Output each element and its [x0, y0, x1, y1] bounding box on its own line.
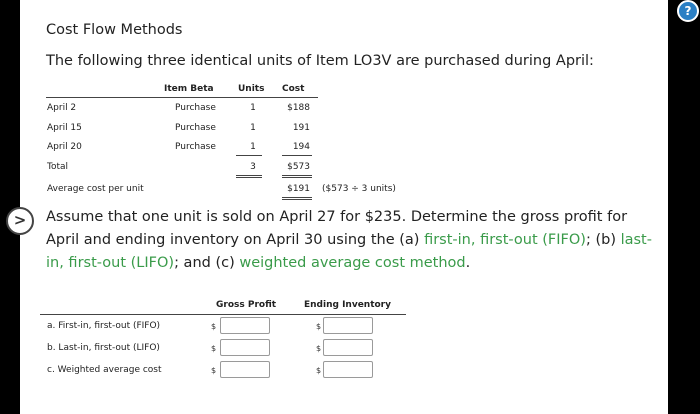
question-part: ; (b) — [585, 232, 621, 248]
average-note: ($573 ÷ 3 units) — [322, 184, 396, 194]
header-gross-profit: Gross Profit — [216, 300, 277, 310]
header-cost: Cost — [282, 84, 305, 94]
units-total-double-rule — [236, 175, 262, 176]
row-units: 1 — [250, 103, 256, 113]
question-page: Cost Flow Methods The following three id… — [20, 0, 668, 414]
total-cost: $573 — [287, 162, 310, 172]
currency-symbol: $ — [316, 344, 322, 353]
row-item: Purchase — [175, 123, 216, 133]
cost-total-double-rule — [282, 175, 312, 176]
fifo-ending-inventory-input[interactable] — [323, 317, 373, 334]
row-item: Purchase — [175, 103, 216, 113]
header-item: Item Beta — [164, 84, 214, 94]
average-double-rule — [282, 199, 312, 200]
row-cost: 194 — [292, 142, 310, 152]
total-label: Total — [47, 162, 69, 172]
help-icon[interactable]: ? — [677, 0, 699, 22]
header-units: Units — [238, 84, 265, 94]
header-rule — [46, 97, 318, 98]
answer-row-label: c. Weighted average cost — [47, 365, 162, 375]
row-cost: $188 — [287, 103, 310, 113]
row-date: April 15 — [47, 123, 82, 133]
fifo-term: first-in, first-out (FIFO) — [424, 232, 586, 248]
currency-symbol: $ — [211, 366, 217, 375]
currency-symbol: $ — [316, 366, 322, 375]
row-item: Purchase — [175, 142, 216, 152]
units-total-double-rule — [236, 177, 262, 178]
average-cost: $191 — [287, 184, 310, 194]
average-label: Average cost per unit — [47, 184, 144, 194]
chevron-right-icon[interactable]: > — [6, 207, 34, 235]
fifo-gross-profit-input[interactable] — [220, 317, 270, 334]
weighted-ending-inventory-input[interactable] — [323, 361, 373, 378]
average-double-rule — [282, 197, 312, 198]
cost-total-double-rule — [282, 177, 312, 178]
currency-symbol: $ — [316, 322, 322, 331]
answer-header-rule — [40, 314, 406, 315]
weighted-term: weighted average cost method — [239, 255, 466, 271]
answer-row-label: a. First-in, first-out (FIFO) — [47, 321, 161, 331]
question-text: Assume that one unit is sold on April 27… — [46, 206, 658, 275]
lifo-ending-inventory-input[interactable] — [323, 339, 373, 356]
row-date: April 20 — [47, 142, 82, 152]
row-units: 1 — [250, 142, 256, 152]
lifo-gross-profit-input[interactable] — [220, 339, 270, 356]
row-date: April 2 — [47, 103, 77, 113]
intro-text: The following three identical units of I… — [46, 53, 594, 69]
cost-subtotal-rule — [282, 155, 312, 156]
header-ending-inventory: Ending Inventory — [304, 300, 391, 310]
currency-symbol: $ — [211, 344, 217, 353]
answer-row-label: b. Last-in, first-out (LIFO) — [47, 343, 160, 353]
row-cost: 191 — [292, 123, 310, 133]
page-title: Cost Flow Methods — [46, 22, 183, 38]
question-part: . — [465, 255, 471, 271]
row-units: 1 — [250, 123, 256, 133]
weighted-gross-profit-input[interactable] — [220, 361, 270, 378]
total-units: 3 — [250, 162, 256, 172]
currency-symbol: $ — [211, 322, 217, 331]
question-part: ; and (c) — [174, 255, 240, 271]
units-subtotal-rule — [236, 155, 262, 156]
